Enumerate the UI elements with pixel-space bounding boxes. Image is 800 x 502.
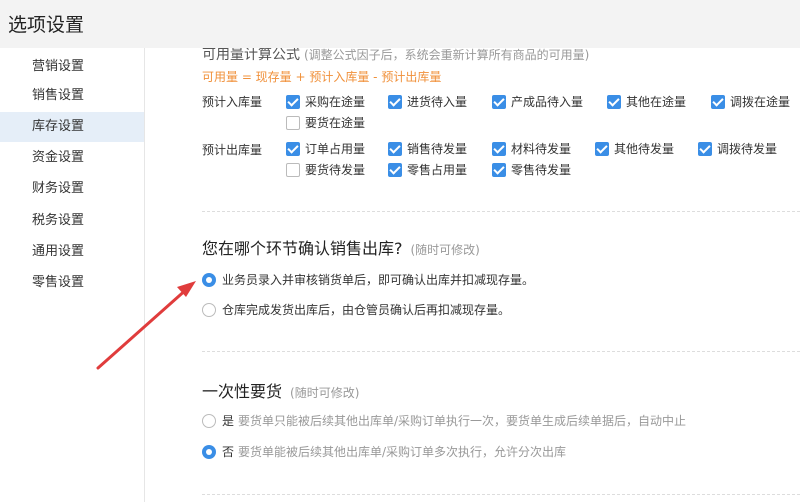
availability-formula: 可用量 = 现存量 + 预计入库量 - 预计出库量 <box>202 70 442 84</box>
checkbox-checked-icon <box>492 141 506 156</box>
radio-selected-icon <box>202 272 216 287</box>
confirm-section-title: 您在哪个环节确认销售出库? (随时可修改) <box>202 239 480 258</box>
checkbox-checked-icon <box>607 94 621 109</box>
section-divider <box>202 494 800 495</box>
sidebar: 营销设置 销售设置 库存设置 资金设置 财务设置 税务设置 通用设置 零售设置 <box>0 48 145 502</box>
checkbox-retail-pending-out[interactable]: 零售待发量 <box>492 161 571 178</box>
sidebar-item-retail[interactable]: 零售设置 <box>0 268 144 298</box>
availability-title: 可用量计算公式 (调整公式因子后，系统会重新计算所有商品的可用量) <box>202 48 590 63</box>
once-section-title: 一次性要货 (随时可修改) <box>202 382 360 401</box>
checkbox-transfer-pending-out[interactable]: 调拨待发量 <box>698 140 777 157</box>
checkbox-order-occupied[interactable]: 订单占用量 <box>286 140 365 157</box>
settings-content: 可用量计算公式 (调整公式因子后，系统会重新计算所有商品的可用量) 可用量 = 现… <box>146 48 800 502</box>
sidebar-item-tax[interactable]: 税务设置 <box>0 206 144 236</box>
sidebar-item-sales[interactable]: 销售设置 <box>0 81 144 111</box>
radio-once-no[interactable]: 否要货单能被后续其他出库单/采购订单多次执行，允许分次出库 <box>202 443 566 460</box>
checkbox-requisition-pending-out[interactable]: 要货待发量 <box>286 161 365 178</box>
availability-note: (调整公式因子后，系统会重新计算所有商品的可用量) <box>304 48 590 62</box>
checkbox-checked-icon <box>286 94 300 109</box>
radio-once-yes[interactable]: 是要货单只能被后续其他出库单/采购订单执行一次，要货单生成后续单据后，自动中止 <box>202 412 686 429</box>
checkbox-retail-occupied[interactable]: 零售占用量 <box>388 161 467 178</box>
sidebar-item-general[interactable]: 通用设置 <box>0 237 144 267</box>
checkbox-checked-icon <box>711 94 725 109</box>
checkbox-checked-icon <box>388 94 402 109</box>
checkbox-checked-icon <box>388 141 402 156</box>
section-divider <box>202 351 800 352</box>
sidebar-item-funds[interactable]: 资金设置 <box>0 143 144 173</box>
outbound-label: 预计出库量 <box>202 143 263 157</box>
sidebar-item-finance[interactable]: 财务设置 <box>0 174 144 204</box>
inbound-label: 预计入库量 <box>202 95 263 109</box>
checkbox-checked-icon <box>698 141 712 156</box>
radio-unselected-icon <box>202 413 216 428</box>
checkbox-requisition-in-transit[interactable]: 要货在途量 <box>286 114 365 131</box>
radio-selected-icon <box>202 444 216 459</box>
checkbox-purchase-in-transit[interactable]: 采购在途量 <box>286 93 365 110</box>
checkbox-other-in-transit[interactable]: 其他在途量 <box>607 93 686 110</box>
checkbox-purchase-pending-in[interactable]: 进货待入量 <box>388 93 467 110</box>
confirm-section-note: (随时可修改) <box>410 243 480 257</box>
checkbox-finished-pending-in[interactable]: 产成品待入量 <box>492 93 583 110</box>
checkbox-checked-icon <box>492 94 506 109</box>
checkbox-material-pending-out[interactable]: 材料待发量 <box>492 140 571 157</box>
radio-confirm-on-approval[interactable]: 业务员录入并审核销货单后，即可确认出库并扣减现存量。 <box>202 271 534 288</box>
checkbox-checked-icon <box>492 162 506 177</box>
checkbox-checked-icon <box>388 162 402 177</box>
radio-confirm-on-warehouse[interactable]: 仓库完成发货出库后，由仓管员确认后再扣减现存量。 <box>202 301 510 318</box>
checkbox-unchecked-icon <box>286 115 300 130</box>
sidebar-item-inventory[interactable]: 库存设置 <box>0 112 144 142</box>
checkbox-checked-icon <box>595 141 609 156</box>
section-divider <box>202 211 800 212</box>
checkbox-transfer-in-transit[interactable]: 调拨在途量 <box>711 93 790 110</box>
checkbox-unchecked-icon <box>286 162 300 177</box>
checkbox-checked-icon <box>286 141 300 156</box>
checkbox-sales-pending-out[interactable]: 销售待发量 <box>388 140 467 157</box>
radio-unselected-icon <box>202 302 216 317</box>
window-title: 选项设置 <box>8 14 85 36</box>
once-section-note: (随时可修改) <box>290 386 360 400</box>
title-bar: 选项设置 <box>0 0 800 48</box>
sidebar-item-marketing[interactable]: 营销设置 <box>0 52 144 82</box>
checkbox-other-pending-out[interactable]: 其他待发量 <box>595 140 674 157</box>
